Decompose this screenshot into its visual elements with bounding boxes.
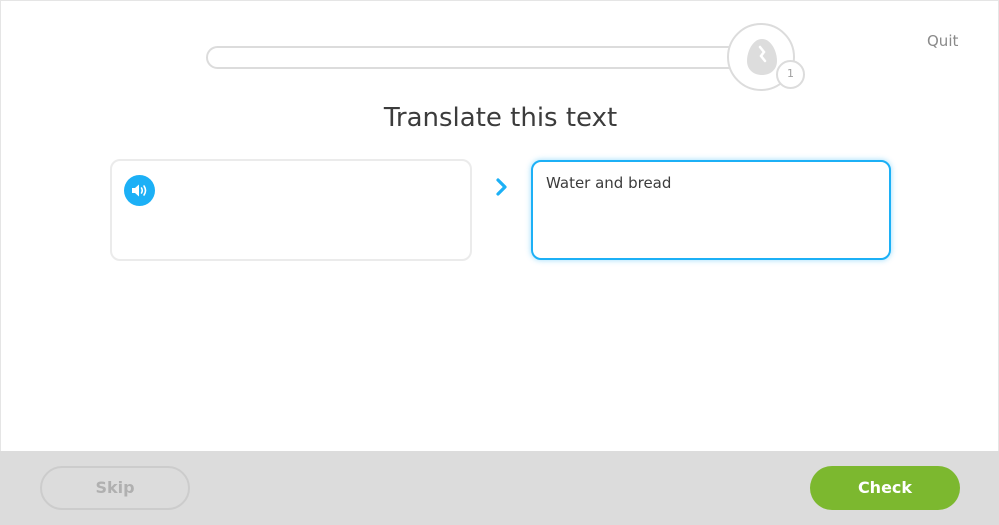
quit-link[interactable]: Quit	[927, 32, 958, 50]
play-audio-button[interactable]	[124, 175, 155, 206]
source-text-card	[110, 159, 472, 261]
lesson-footer: Skip Check	[0, 451, 999, 525]
speaker-icon	[132, 184, 147, 197]
translation-input[interactable]: Water and bread	[531, 160, 891, 260]
check-button[interactable]: Check	[810, 466, 960, 510]
skip-button[interactable]: Skip	[40, 466, 190, 510]
lesson-progress-bar	[206, 46, 746, 69]
chevron-right-icon	[496, 178, 507, 196]
lesson-panel: 1 Quit Translate this text Water and bre…	[0, 0, 999, 451]
egg-count: 1	[787, 67, 794, 80]
prompt-title: Translate this text	[383, 103, 618, 133]
egg-icon	[747, 39, 777, 75]
egg-count-bubble: 1	[776, 60, 805, 89]
